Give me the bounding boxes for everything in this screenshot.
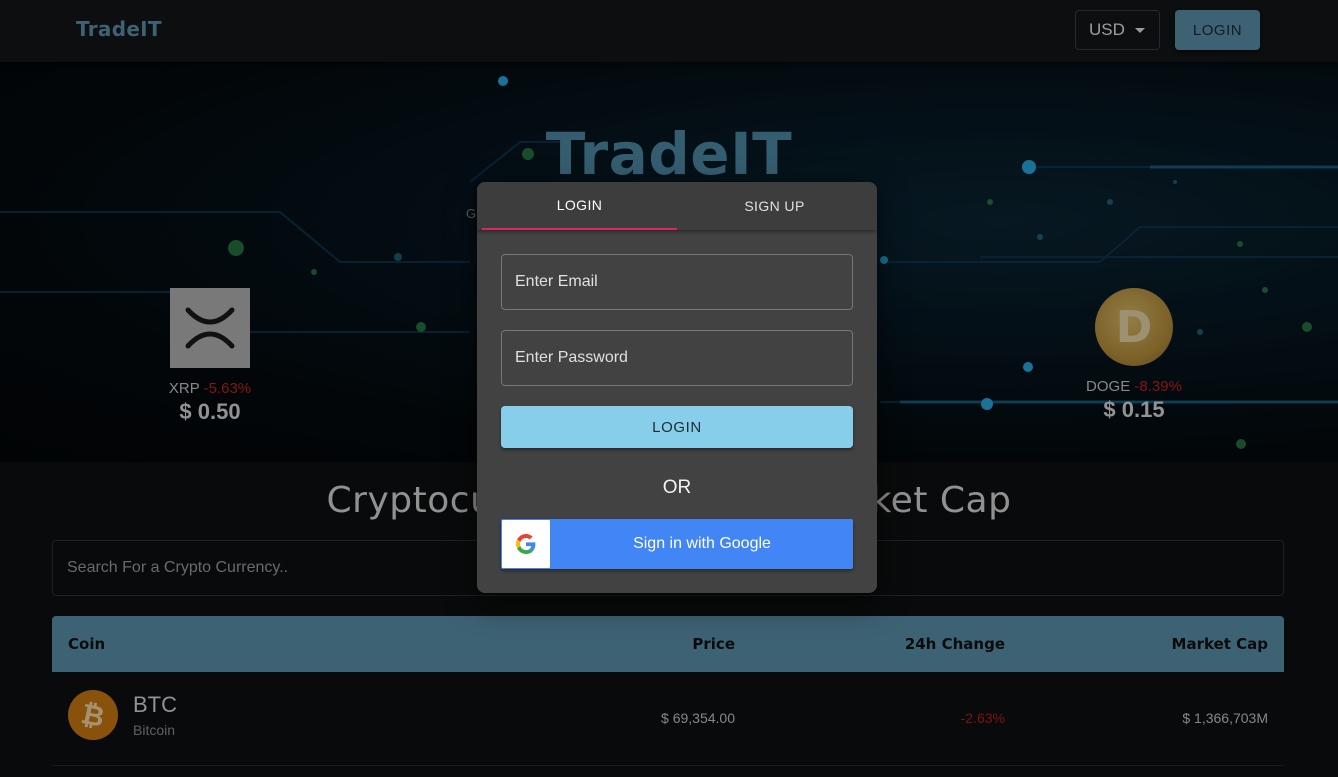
google-signin-button[interactable]: Sign in with Google [501, 519, 853, 569]
coin-price: $ 0.15 [1103, 397, 1165, 422]
column-market-cap: Market Cap [1171, 635, 1268, 653]
coin-name: Bitcoin [133, 722, 176, 738]
coin-label: DOGE -8.39% [1074, 378, 1194, 395]
google-signin-label: Sign in with Google [633, 535, 771, 552]
carousel-coin-xrp[interactable]: XRP -5.63% $ 0.50 [150, 288, 270, 425]
auth-modal: LOGIN SIGN UP LOGIN OR Sign in with Goog… [477, 182, 877, 593]
login-submit-button[interactable]: LOGIN [501, 406, 853, 448]
app-logo[interactable]: TradeIT [76, 17, 162, 41]
google-icon [502, 520, 550, 568]
google-logo [516, 534, 536, 554]
carousel-coin-doge[interactable]: D DOGE -8.39% $ 0.15 [1074, 288, 1194, 423]
coin-symbol: BTC [133, 692, 177, 717]
coin-label: XRP -5.63% [150, 380, 270, 397]
xrp-logo [185, 307, 235, 349]
column-coin: Coin [68, 635, 106, 653]
hero-title: TradeIT [545, 120, 793, 188]
bitcoin-icon: ₿ [63, 685, 123, 745]
xrp-icon [170, 288, 250, 368]
coin-change: -2.63% [960, 710, 1005, 726]
coin-symbol: XRP [168, 380, 200, 397]
table-header: Coin Price 24h Change Market Cap [52, 616, 1284, 672]
auth-tabs: LOGIN SIGN UP [477, 182, 877, 230]
coin-change: -5.63% [203, 380, 252, 397]
tab-login[interactable]: LOGIN [482, 182, 677, 230]
doge-icon: D [1095, 288, 1173, 366]
tab-signup[interactable]: SIGN UP [677, 182, 872, 230]
column-24h-change: 24h Change [904, 635, 1005, 653]
password-field[interactable] [501, 330, 853, 386]
header-login-button[interactable]: LOGIN [1175, 10, 1260, 50]
coin-change: -8.39% [1134, 378, 1182, 395]
coin-symbol: DOGE [1086, 378, 1131, 395]
app-page: TradeIT USD LOGIN TradeIT G XRP -5.63% $… [0, 0, 1338, 777]
coin-market-cap: $ 1,366,703M [1182, 710, 1268, 726]
currency-select[interactable]: USD [1075, 10, 1160, 50]
chevron-down-icon [1135, 28, 1145, 33]
table-row[interactable]: ₿ BTC Bitcoin $ 69,354.00 -2.63% $ 1,366… [52, 672, 1284, 766]
hero-subtitle: G [466, 206, 477, 221]
column-price: Price [692, 635, 735, 653]
coin-price: $ 69,354.00 [661, 710, 735, 726]
currency-value: USD [1089, 20, 1125, 39]
top-nav: TradeIT USD LOGIN [0, 0, 1338, 62]
email-field[interactable] [501, 254, 853, 310]
or-divider: OR [662, 477, 692, 498]
coin-price: $ 0.50 [179, 399, 241, 424]
